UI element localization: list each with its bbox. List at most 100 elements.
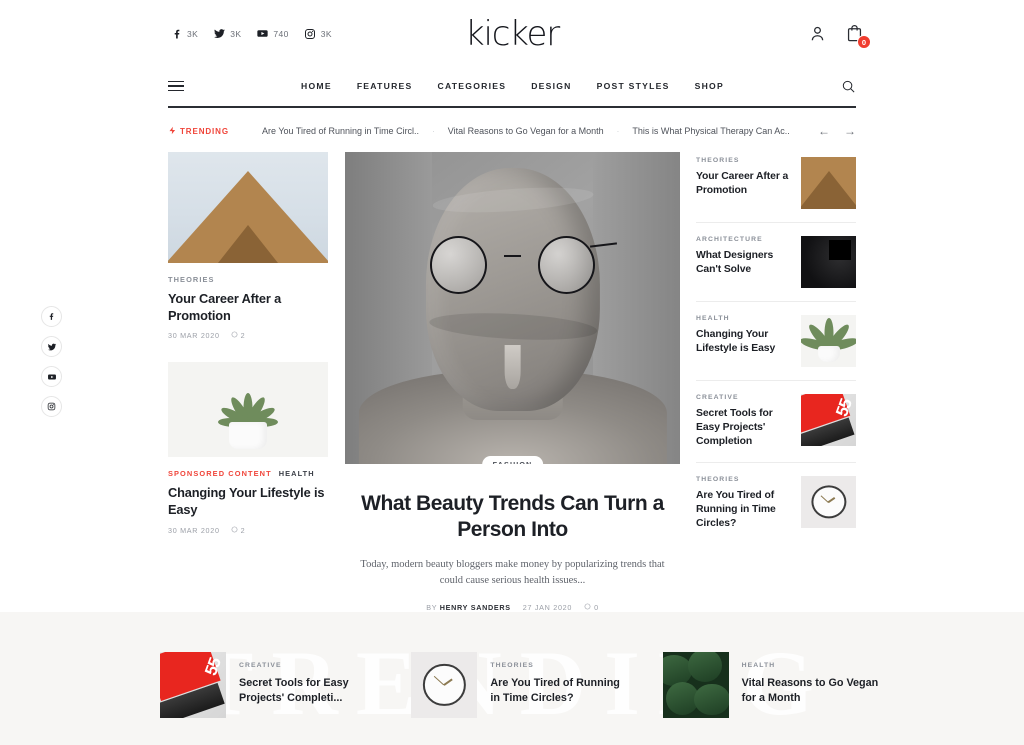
top-bar: 3K 3K 740 3K kicker 0: [0, 0, 1024, 68]
user-icon[interactable]: [808, 24, 827, 43]
top-actions: 0: [808, 24, 871, 49]
band-cards: 55 CREATIVE Secret Tools for Easy Projec…: [160, 652, 880, 718]
main-nav: HOME FEATURES CATEGORIES DESIGN POST STY…: [168, 66, 856, 108]
trending-separator: ·: [432, 126, 435, 136]
article-title[interactable]: Changing Your Lifestyle is Easy: [168, 485, 328, 518]
arrow-left-icon[interactable]: ←: [818, 125, 830, 137]
sidebar-item-title[interactable]: What Designers Can't Solve: [696, 249, 791, 277]
sidebar-item-thumbnail[interactable]: 55: [801, 394, 856, 446]
band-card-title[interactable]: Vital Reasons to Go Vegan for a Month: [742, 676, 880, 705]
sidebar-item-category[interactable]: CREATIVE: [696, 394, 791, 401]
band-card-title[interactable]: Secret Tools for Easy Projects' Completi…: [239, 676, 377, 705]
article-category[interactable]: THEORIES: [168, 275, 215, 284]
sidebar-item-title[interactable]: Secret Tools for Easy Projects' Completi…: [696, 407, 791, 449]
band-card-category[interactable]: CREATIVE: [239, 662, 377, 669]
article-comments: 2: [231, 526, 245, 535]
bolt-icon: [168, 126, 177, 137]
sidebar-item-text: HEALTH Changing Your Lifestyle is Easy: [696, 315, 791, 356]
sidebar-item-category[interactable]: THEORIES: [696, 157, 791, 164]
article-card-lifestyle[interactable]: SPONSORED CONTENT HEALTH Changing Your L…: [168, 362, 328, 535]
sidebar-item-category[interactable]: THEORIES: [696, 476, 791, 483]
comment-icon: [231, 526, 238, 535]
category-line: THEORIES: [168, 275, 328, 284]
article-meta: 30 MAR 2020 2: [168, 331, 328, 340]
sidebar-item-thumbnail[interactable]: [801, 157, 856, 209]
feature-title[interactable]: What Beauty Trends Can Turn a Person Int…: [345, 491, 680, 544]
band-card-secret-tools[interactable]: 55 CREATIVE Secret Tools for Easy Projec…: [160, 652, 377, 718]
trending-items: Are You Tired of Running in Time Circl..…: [262, 126, 790, 136]
article-category[interactable]: HEALTH: [279, 469, 315, 478]
trending-item-1[interactable]: Vital Reasons to Go Vegan for a Month: [448, 126, 604, 136]
rail-facebook-icon[interactable]: [41, 306, 62, 327]
trending-item-2[interactable]: This is What Physical Therapy Can Ac..: [632, 126, 789, 136]
trending-label: TRENDING: [168, 126, 229, 137]
sidebar-item-text: CREATIVE Secret Tools for Easy Projects'…: [696, 394, 791, 449]
band-card-text: HEALTH Vital Reasons to Go Vegan for a M…: [742, 652, 880, 705]
nav-item-design[interactable]: DESIGN: [531, 81, 571, 91]
rail-twitter-icon[interactable]: [41, 336, 62, 357]
comment-count: 2: [240, 525, 245, 535]
nav-item-home[interactable]: HOME: [301, 81, 332, 91]
trending-item-0[interactable]: Are You Tired of Running in Time Circl..: [262, 126, 419, 136]
article-thumbnail-roof[interactable]: [168, 152, 328, 263]
cart-icon[interactable]: 0: [845, 24, 871, 49]
feature-category-badge[interactable]: FASHION: [481, 456, 544, 464]
sidebar-item-time-circles[interactable]: THEORIES Are You Tired of Running in Tim…: [696, 463, 856, 544]
left-column: THEORIES Your Career After a Promotion 3…: [168, 152, 328, 535]
band-card-title[interactable]: Are You Tired of Running in Time Circles…: [490, 676, 628, 705]
sidebar-item-title[interactable]: Are You Tired of Running in Time Circles…: [696, 489, 791, 531]
arrow-right-icon[interactable]: →: [844, 125, 856, 137]
band-card-time-circles[interactable]: THEORIES Are You Tired of Running in Tim…: [411, 652, 628, 718]
sidebar-item-thumbnail[interactable]: [801, 236, 856, 288]
trending-bar: TRENDING Are You Tired of Running in Tim…: [168, 118, 856, 144]
comment-icon: [231, 331, 238, 340]
sidebar-item-text: THEORIES Your Career After a Promotion: [696, 157, 791, 198]
sidebar-item-title[interactable]: Your Career After a Promotion: [696, 170, 791, 198]
trending-label-text: TRENDING: [180, 126, 229, 136]
sidebar-item-text: ARCHITECTURE What Designers Can't Solve: [696, 236, 791, 277]
sidebar-item-thumbnail[interactable]: [801, 315, 856, 367]
rail-youtube-icon[interactable]: [41, 366, 62, 387]
trending-nav: ← →: [818, 125, 856, 137]
sidebar-item-lifestyle[interactable]: HEALTH Changing Your Lifestyle is Easy: [696, 302, 856, 381]
band-card-thumbnail[interactable]: [411, 652, 478, 718]
feature-image[interactable]: FASHION: [345, 152, 680, 464]
band-card-text: CREATIVE Secret Tools for Easy Projects'…: [239, 652, 377, 705]
search-icon[interactable]: [841, 79, 856, 94]
category-line: SPONSORED CONTENT HEALTH: [168, 469, 328, 478]
band-card-thumbnail[interactable]: [662, 652, 729, 718]
sidebar-item-category[interactable]: HEALTH: [696, 315, 791, 322]
nav-item-shop[interactable]: SHOP: [695, 81, 724, 91]
nav-links: HOME FEATURES CATEGORIES DESIGN POST STY…: [184, 81, 841, 91]
sidebar-item-category[interactable]: ARCHITECTURE: [696, 236, 791, 243]
sidebar-item-secret-tools[interactable]: CREATIVE Secret Tools for Easy Projects'…: [696, 381, 856, 464]
sponsored-label: SPONSORED CONTENT: [168, 469, 272, 479]
sidebar-item-text: THEORIES Are You Tired of Running in Tim…: [696, 476, 791, 531]
article-meta: 30 MAR 2020 2: [168, 526, 328, 535]
hamburger-icon[interactable]: [168, 80, 184, 92]
social-rail: [41, 306, 62, 417]
comment-count: 2: [240, 331, 245, 341]
band-card-thumbnail[interactable]: 55: [160, 652, 226, 718]
sidebar-item-title[interactable]: Changing Your Lifestyle is Easy: [696, 328, 791, 356]
band-card-category[interactable]: THEORIES: [490, 662, 628, 669]
band-card-text: THEORIES Are You Tired of Running in Tim…: [490, 652, 628, 705]
band-card-category[interactable]: HEALTH: [742, 662, 880, 669]
article-thumbnail-plant[interactable]: [168, 362, 328, 458]
sidebar-item-thumbnail[interactable]: [801, 476, 856, 529]
cart-count-badge: 0: [857, 35, 871, 49]
sidebar-item-designers[interactable]: ARCHITECTURE What Designers Can't Solve: [696, 223, 856, 302]
feature-excerpt: Today, modern beauty bloggers make money…: [360, 558, 665, 587]
page-root: 3K 3K 740 3K kicker 0 HOME FEATURES CATE…: [0, 0, 1024, 745]
article-card-career[interactable]: THEORIES Your Career After a Promotion 3…: [168, 152, 328, 340]
nav-item-categories[interactable]: CATEGORIES: [438, 81, 507, 91]
nav-item-post-styles[interactable]: POST STYLES: [597, 81, 670, 91]
nav-item-features[interactable]: FEATURES: [357, 81, 413, 91]
sidebar-item-career[interactable]: THEORIES Your Career After a Promotion: [696, 152, 856, 223]
site-logo[interactable]: kicker: [0, 14, 1024, 54]
article-comments: 2: [231, 331, 245, 340]
rail-instagram-icon[interactable]: [41, 396, 62, 417]
article-title[interactable]: Your Career After a Promotion: [168, 291, 328, 324]
feature-article: FASHION What Beauty Trends Can Turn a Pe…: [345, 152, 680, 612]
band-card-vegan[interactable]: HEALTH Vital Reasons to Go Vegan for a M…: [662, 652, 880, 718]
